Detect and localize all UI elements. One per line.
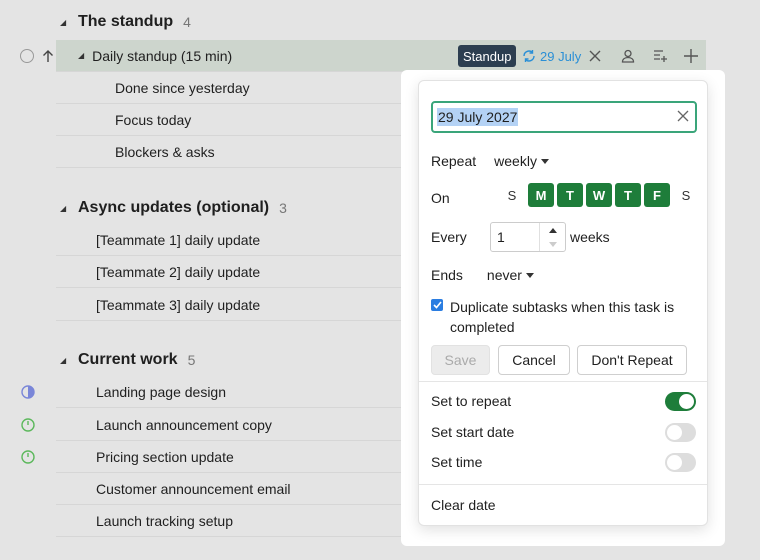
every-label: Every: [431, 229, 467, 245]
complete-circle-icon[interactable]: [20, 49, 34, 63]
repeat-icon: [523, 50, 535, 62]
day-toggle-fri[interactable]: F: [644, 183, 670, 207]
collapse-triangle-icon[interactable]: ◢: [60, 18, 72, 27]
date-input-value[interactable]: 29 July 2027: [437, 108, 519, 126]
group-header-current[interactable]: ◢ Current work 5: [60, 346, 195, 374]
subtask-title[interactable]: Blockers & asks: [56, 144, 215, 160]
task-row-selected[interactable]: ◢ Daily standup (15 min): [56, 40, 706, 72]
ends-value[interactable]: never: [487, 267, 522, 283]
date-chip-label: 29 July: [540, 48, 582, 64]
group-count: 5: [187, 352, 196, 368]
subtask-title[interactable]: Done since yesterday: [56, 80, 250, 96]
collapse-triangle-icon[interactable]: ◢: [78, 51, 84, 60]
dont-repeat-button[interactable]: Don't Repeat: [577, 345, 687, 375]
close-icon[interactable]: [589, 50, 601, 62]
weekday-picker: S M T W T F S: [499, 183, 699, 207]
duplicate-subtasks-row[interactable]: Duplicate subtasks when this task is com…: [431, 297, 674, 337]
tag-badge[interactable]: Standup: [458, 45, 517, 67]
caret-down-icon: [540, 158, 549, 164]
set-start-label: Set start date: [431, 424, 515, 440]
set-time-toggle[interactable]: [665, 453, 696, 472]
set-repeat-label: Set to repeat: [431, 393, 512, 409]
group-count: 3: [279, 200, 287, 216]
repeat-value[interactable]: weekly: [494, 153, 537, 169]
task-title[interactable]: Daily standup (15 min): [92, 48, 232, 64]
ends-row: Ends never: [431, 267, 534, 283]
repeat-date-chip[interactable]: 29 July: [522, 45, 601, 67]
divider: [419, 381, 707, 382]
date-input[interactable]: 29 July 2027: [431, 101, 697, 133]
duplicate-text: Duplicate subtasks when this task is com…: [450, 297, 674, 337]
repeat-date-popup: 29 July 2027 Repeat weekly On S M T W T …: [418, 80, 708, 526]
caret-down-icon: [525, 272, 534, 278]
duplicate-text-line-2: completed: [450, 319, 515, 335]
move-up-arrow-icon[interactable]: [42, 49, 54, 63]
subtask-title[interactable]: Focus today: [56, 112, 191, 128]
half-progress-icon[interactable]: [21, 385, 35, 399]
group-title: Current work: [78, 351, 178, 368]
task-title[interactable]: [Teammate 1] daily update: [56, 232, 260, 248]
day-toggle-tue[interactable]: T: [557, 183, 583, 207]
group-title: Async updates (optional): [78, 199, 270, 216]
day-toggle-mon[interactable]: M: [528, 183, 554, 207]
every-unit: weeks: [570, 229, 610, 245]
row-controls: [20, 49, 54, 63]
stepper-arrows: [539, 223, 565, 251]
set-time-label: Set time: [431, 454, 483, 470]
repeat-row: Repeat weekly: [431, 153, 549, 169]
task-title[interactable]: Landing page design: [56, 384, 226, 400]
on-label: On: [431, 190, 450, 206]
day-toggle-wed[interactable]: W: [586, 183, 612, 207]
clear-icon[interactable]: [677, 110, 689, 122]
task-title[interactable]: Pricing section update: [56, 449, 234, 465]
day-toggle-sun[interactable]: S: [499, 183, 525, 207]
checkmark-icon: [432, 301, 442, 309]
set-start-toggle[interactable]: [665, 423, 696, 442]
set-start-row: Set start date: [431, 424, 514, 440]
stepper-down-icon[interactable]: [540, 237, 565, 251]
set-time-row: Set time: [431, 454, 482, 470]
interval-value[interactable]: 1: [491, 229, 539, 245]
group-header-async[interactable]: ◢ Async updates (optional) 3: [60, 194, 287, 222]
day-toggle-thu[interactable]: T: [615, 183, 641, 207]
group-header-standup[interactable]: ◢ The standup 4: [60, 8, 191, 36]
group-count: 4: [183, 14, 191, 30]
clear-date-row[interactable]: Clear date: [431, 497, 496, 513]
task-title[interactable]: [Teammate 3] daily update: [56, 297, 260, 313]
cancel-button[interactable]: Cancel: [498, 345, 570, 375]
add-icon[interactable]: [683, 45, 699, 67]
duplicate-text-line-1: Duplicate subtasks when this task is: [450, 299, 675, 315]
ends-label: Ends: [431, 267, 463, 283]
duplicate-checkbox[interactable]: [431, 299, 443, 311]
repeat-label: Repeat: [431, 153, 477, 169]
task-title[interactable]: [Teammate 2] daily update: [56, 264, 260, 280]
on-label-row: On: [431, 190, 450, 206]
interval-stepper[interactable]: 1: [490, 222, 566, 252]
assign-user-icon[interactable]: [620, 45, 636, 67]
collapse-triangle-icon[interactable]: ◢: [60, 204, 72, 213]
divider: [419, 484, 707, 485]
clear-date-button[interactable]: Clear date: [431, 497, 496, 513]
ends-dropdown[interactable]: never: [487, 267, 534, 283]
add-subtask-icon[interactable]: [652, 45, 668, 67]
stepper-up-icon[interactable]: [540, 223, 565, 237]
task-title[interactable]: Launch tracking setup: [56, 513, 233, 529]
set-repeat-row: Set to repeat: [431, 393, 511, 409]
every-row: Every: [431, 229, 467, 245]
collapse-triangle-icon[interactable]: ◢: [60, 356, 72, 365]
task-title[interactable]: Launch announcement copy: [56, 417, 272, 433]
save-button[interactable]: Save: [431, 345, 490, 375]
task-title[interactable]: Customer announcement email: [56, 481, 291, 497]
set-repeat-toggle[interactable]: [665, 392, 696, 411]
in-progress-icon[interactable]: [21, 418, 35, 432]
every-unit-label: weeks: [570, 229, 610, 245]
group-title: The standup: [78, 13, 174, 30]
in-progress-icon[interactable]: [21, 450, 35, 464]
repeat-dropdown[interactable]: weekly: [494, 153, 549, 169]
day-toggle-sat[interactable]: S: [673, 183, 699, 207]
